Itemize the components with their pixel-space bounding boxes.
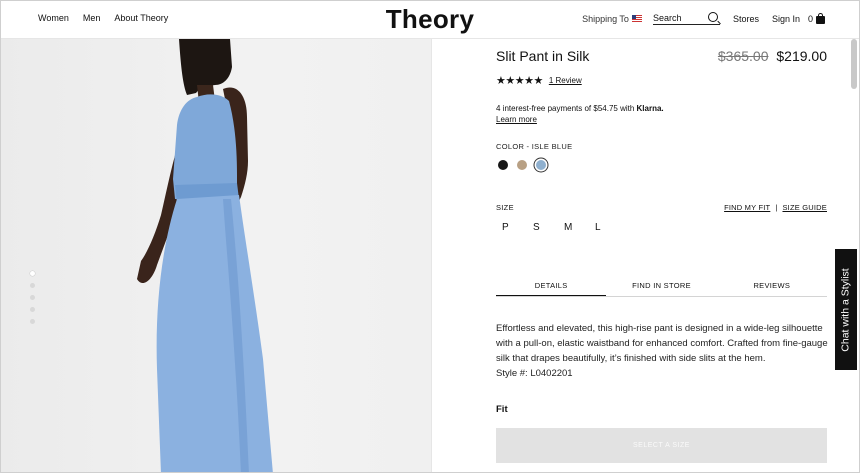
product-rating: ★★★★★ 1 Review	[496, 74, 582, 87]
sale-price: $219.00	[776, 48, 827, 64]
size-label: SIZE	[496, 203, 514, 212]
product-tabs: DETAILS FIND IN STORE REVIEWS	[496, 277, 827, 297]
gallery-dots	[30, 271, 35, 324]
klarna-text: 4 interest-free payments of $54.75 with	[496, 104, 637, 113]
search-icon[interactable]	[707, 12, 718, 22]
size-option-m[interactable]: M	[564, 222, 595, 233]
gallery-dot-3[interactable]	[30, 295, 35, 300]
product-price: $365.00 $219.00	[718, 48, 827, 64]
star-rating-icon: ★★★★★	[496, 75, 543, 87]
color-label: COLOR - ISLE BLUE	[496, 142, 573, 151]
model-top	[173, 94, 237, 199]
klarna-brand: Klarna.	[636, 104, 664, 113]
color-swatches	[498, 160, 546, 170]
gallery-dot-2[interactable]	[30, 283, 35, 288]
klarna-message: 4 interest-free payments of $54.75 with …	[496, 103, 664, 125]
original-price: $365.00	[717, 48, 769, 64]
us-flag-icon	[631, 15, 642, 22]
select-size-button[interactable]: SELECT A SIZE	[496, 428, 827, 463]
bag-count: 0	[807, 13, 813, 24]
search-placeholder: Search	[652, 13, 682, 23]
search-field[interactable]: Search	[652, 12, 720, 25]
sign-in-link[interactable]: Sign In	[772, 14, 800, 24]
swatch-isle-blue[interactable]	[536, 160, 546, 170]
product-image[interactable]	[1, 39, 431, 472]
size-guide-link[interactable]: SIZE GUIDE	[782, 203, 827, 212]
browser-frame: Women Men About Theory Theory Shipping T…	[0, 0, 860, 473]
model-illustration	[137, 39, 273, 472]
site-header: Women Men About Theory Theory Shipping T…	[1, 1, 859, 39]
chat-with-stylist-button[interactable]: Chat with a Stylist	[835, 249, 857, 370]
size-option-s[interactable]: S	[533, 222, 564, 233]
product-description: Effortless and elevated, this high-rise …	[496, 321, 832, 381]
size-links: FIND MY FIT | SIZE GUIDE	[724, 203, 827, 212]
size-options: P S M L	[502, 222, 626, 233]
model-pants	[156, 195, 273, 472]
review-link[interactable]: 1 Review	[549, 76, 582, 85]
size-option-l[interactable]: L	[595, 222, 626, 233]
shipping-selector[interactable]: Shipping To	[582, 14, 642, 24]
size-link-separator: |	[775, 203, 778, 212]
fit-heading: Fit	[496, 404, 508, 415]
tab-reviews[interactable]: REVIEWS	[717, 277, 827, 296]
panel-divider	[431, 39, 432, 472]
tab-details[interactable]: DETAILS	[496, 277, 607, 296]
learn-more-link[interactable]: Learn more	[496, 115, 537, 124]
find-my-fit-link[interactable]: FIND MY FIT	[724, 203, 770, 212]
shopping-bag-icon	[816, 12, 825, 24]
shopping-bag-button[interactable]: 0	[807, 12, 825, 24]
size-option-p[interactable]: P	[502, 222, 533, 233]
swatch-black[interactable]	[498, 160, 508, 170]
stores-link[interactable]: Stores	[733, 14, 759, 24]
shipping-label: Shipping To	[582, 13, 629, 24]
tab-find-in-store[interactable]: FIND IN STORE	[606, 277, 716, 296]
product-title: Slit Pant in Silk	[496, 48, 590, 64]
gallery-dot-5[interactable]	[30, 319, 35, 324]
style-number: Style #: L0402201	[496, 368, 573, 379]
utility-nav: Shipping To Search Stores Sign In 0	[582, 12, 825, 25]
page-scrollbar[interactable]	[851, 39, 857, 89]
gallery-dot-1[interactable]	[30, 271, 35, 276]
gallery-dot-4[interactable]	[30, 307, 35, 312]
chat-label: Chat with a Stylist	[840, 267, 853, 352]
swatch-tan[interactable]	[517, 160, 527, 170]
description-text: Effortless and elevated, this high-rise …	[496, 323, 828, 364]
